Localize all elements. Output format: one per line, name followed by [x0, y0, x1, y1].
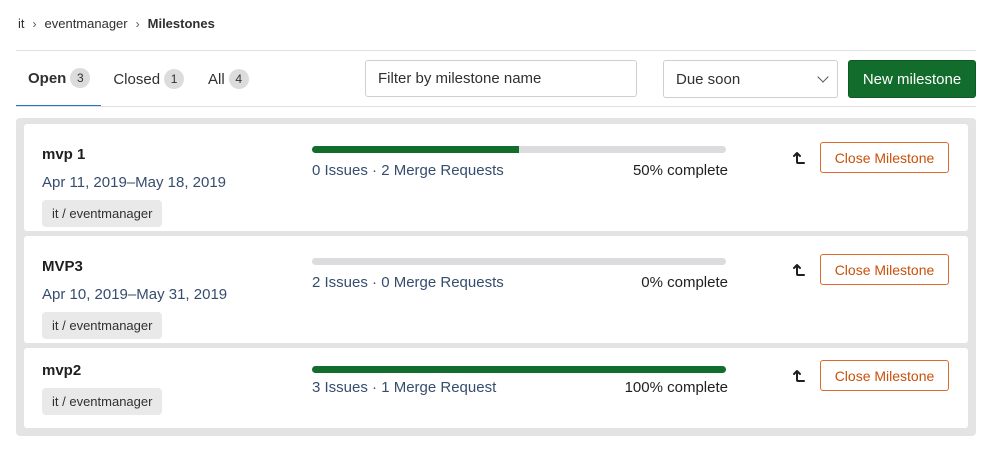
milestone-row: MVP3 Apr 10, 2019–May 31, 2019 it / even… — [24, 236, 968, 343]
milestone-list: mvp 1 Apr 11, 2019–May 18, 2019 it / eve… — [16, 118, 976, 436]
milestone-state-tabs: Open 3 Closed 1 All 4 — [16, 51, 261, 107]
sort-selected-label: Due soon — [676, 70, 741, 88]
breadcrumb: it › eventmanager › Milestones — [18, 16, 215, 31]
promote-icon[interactable] — [792, 262, 808, 278]
milestone-stats[interactable]: 0 Issues · 2 Merge Requests — [312, 162, 504, 179]
new-milestone-button[interactable]: New milestone — [848, 60, 976, 98]
milestone-stats[interactable]: 3 Issues · 1 Merge Request — [312, 379, 496, 396]
milestone-title[interactable]: MVP3 — [42, 258, 83, 275]
progress-bar — [312, 366, 726, 373]
sort-dropdown[interactable]: Due soon — [663, 60, 838, 98]
promote-icon[interactable] — [792, 368, 808, 384]
tab-count-badge: 1 — [164, 69, 185, 89]
percent-complete: 50% complete — [632, 162, 728, 179]
progress-bar — [312, 258, 726, 265]
tab-label: Open — [28, 69, 67, 87]
milestone-row: mvp2 it / eventmanager 3 Issues · 1 Merg… — [24, 348, 968, 428]
project-badge[interactable]: it / eventmanager — [42, 388, 163, 415]
tab-count-badge: 4 — [228, 69, 249, 89]
project-badge[interactable]: it / eventmanager — [42, 200, 163, 227]
breadcrumb-group-link[interactable]: it — [18, 16, 25, 31]
breadcrumb-project-link[interactable]: eventmanager — [45, 16, 128, 31]
percent-complete: 0% complete — [641, 274, 728, 291]
milestone-filter-input[interactable] — [365, 60, 637, 97]
milestone-title[interactable]: mvp2 — [42, 362, 81, 379]
milestone-row: mvp 1 Apr 11, 2019–May 18, 2019 it / eve… — [24, 124, 968, 231]
tab-all[interactable]: All 4 — [196, 51, 261, 107]
project-badge[interactable]: it / eventmanager — [42, 312, 163, 339]
milestone-dates: Apr 10, 2019–May 31, 2019 — [42, 286, 228, 303]
divider — [16, 106, 976, 107]
chevron-down-icon — [817, 71, 829, 83]
tab-label: Closed — [113, 70, 161, 88]
milestone-stats[interactable]: 2 Issues · 0 Merge Requests — [312, 274, 504, 291]
milestone-dates: Apr 11, 2019–May 18, 2019 — [42, 174, 227, 191]
tab-open[interactable]: Open 3 — [16, 51, 102, 107]
milestone-title[interactable]: mvp 1 — [42, 146, 85, 163]
progress-fill — [312, 366, 726, 373]
chevron-right-icon: › — [32, 16, 37, 31]
progress-fill — [312, 146, 519, 153]
breadcrumb-current[interactable]: Milestones — [148, 16, 215, 31]
tab-label: All — [208, 70, 225, 88]
close-milestone-button[interactable]: Close Milestone — [820, 142, 949, 173]
progress-bar — [312, 146, 726, 153]
close-milestone-button[interactable]: Close Milestone — [820, 254, 949, 285]
promote-icon[interactable] — [792, 150, 808, 166]
tab-count-badge: 3 — [70, 68, 91, 88]
percent-complete: 100% complete — [624, 379, 728, 396]
chevron-right-icon: › — [135, 16, 140, 31]
tab-closed[interactable]: Closed 1 — [101, 51, 196, 107]
close-milestone-button[interactable]: Close Milestone — [820, 360, 949, 391]
